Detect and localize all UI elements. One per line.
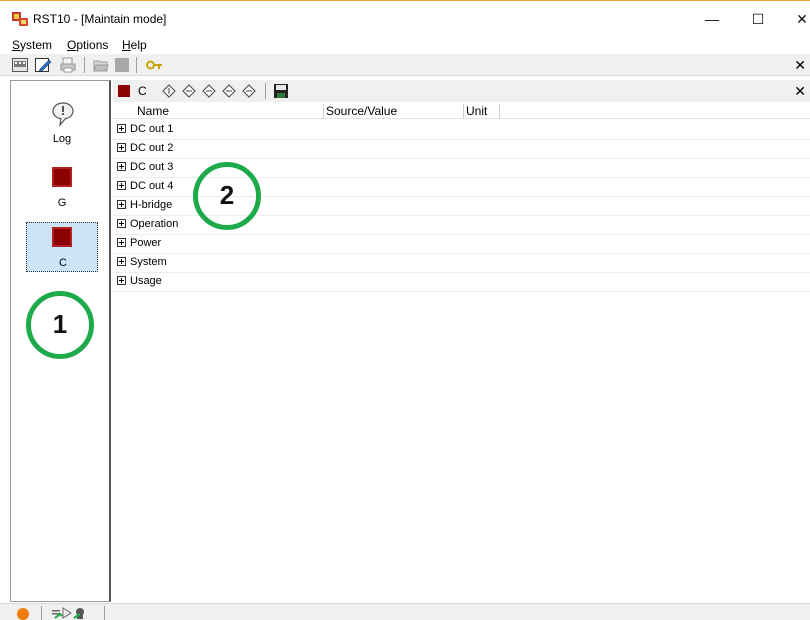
- title-bar: RST10 - [Maintain mode] — ☐ ✕: [0, 0, 810, 36]
- tree-row-label: H-bridge: [130, 199, 173, 211]
- annotation-marker-1: 1: [26, 291, 94, 359]
- sidebar-item-g[interactable]: G: [27, 163, 97, 213]
- expand-icon[interactable]: [117, 124, 126, 133]
- diamond-icon[interactable]: [222, 84, 236, 98]
- module-label: C: [138, 84, 147, 98]
- expand-icon[interactable]: [117, 143, 126, 152]
- connection-status-icon: [17, 608, 29, 620]
- expand-icon[interactable]: [117, 238, 126, 247]
- tree-header: Name Source/Value Unit: [113, 102, 810, 119]
- sidebar-item-label: C: [59, 257, 67, 269]
- diamond-icon[interactable]: [202, 84, 216, 98]
- module-toolbar: C ✕: [113, 80, 810, 102]
- expand-icon[interactable]: [117, 257, 126, 266]
- tree-row[interactable]: Usage: [113, 273, 810, 292]
- annotation-marker-2: 2: [193, 162, 261, 230]
- tree-row-label: DC out 2: [130, 142, 174, 154]
- red-square-icon: [52, 167, 72, 187]
- sidebar-item-log[interactable]: Log: [27, 99, 97, 149]
- minimize-button[interactable]: —: [700, 7, 724, 31]
- open-folder-icon[interactable]: [93, 57, 109, 73]
- module-color-icon: [118, 85, 130, 97]
- menu-system-accel: S: [12, 38, 21, 52]
- sidebar-item-label: G: [57, 197, 67, 209]
- status-separator: [104, 606, 105, 620]
- tree-row[interactable]: DC out 2: [113, 140, 810, 159]
- module-sidebar: Log G C 1: [10, 80, 111, 602]
- app-icon: [12, 12, 28, 26]
- tree-row-label: Usage: [130, 275, 162, 287]
- expand-icon[interactable]: [117, 276, 126, 285]
- tree-row[interactable]: DC out 1: [113, 121, 810, 140]
- toolbar-close-icon[interactable]: ✕: [794, 57, 806, 74]
- key-icon[interactable]: [146, 57, 162, 73]
- window-title: RST10 - [Maintain mode]: [33, 12, 167, 26]
- tree-row-label: DC out 4: [130, 180, 174, 192]
- diamond-up-icon[interactable]: [162, 84, 176, 98]
- expand-icon[interactable]: [117, 219, 126, 228]
- menu-bar: System Options Help: [0, 36, 810, 54]
- speech-bubble-icon: [52, 102, 74, 127]
- save-icon[interactable]: [273, 83, 289, 99]
- column-header-source-value[interactable]: Source/Value: [324, 104, 464, 119]
- tree-row[interactable]: System: [113, 254, 810, 273]
- tree-row-label: Operation: [130, 218, 179, 230]
- edit-icon[interactable]: [35, 57, 51, 73]
- expand-icon[interactable]: [117, 200, 126, 209]
- menu-options[interactable]: Options: [67, 38, 108, 52]
- menu-help-accel: H: [122, 38, 131, 52]
- tree-row-label: System: [130, 256, 167, 268]
- menu-help[interactable]: Help: [122, 38, 147, 52]
- tree-row-label: Power: [130, 237, 162, 249]
- tree-row-label: DC out 3: [130, 161, 174, 173]
- menu-system[interactable]: System: [12, 38, 52, 52]
- menu-system-rest: ystem: [20, 38, 53, 52]
- menu-options-accel: O: [67, 38, 77, 52]
- tree-row-label: DC out 1: [130, 123, 174, 135]
- status-separator: [41, 606, 42, 620]
- menu-options-rest: ptions: [76, 38, 109, 52]
- module-content: C ✕ Name Source/Value Unit DC out 1 DC o…: [113, 80, 810, 602]
- main-toolbar: ✕: [0, 54, 810, 76]
- expand-icon[interactable]: [117, 162, 126, 171]
- diamond-icon[interactable]: [242, 84, 256, 98]
- maximize-button[interactable]: ☐: [746, 7, 770, 31]
- sidebar-item-label: Log: [52, 133, 72, 145]
- sidebar-item-c[interactable]: C: [26, 222, 98, 272]
- close-button[interactable]: ✕: [790, 7, 810, 31]
- diamond-icon[interactable]: [182, 84, 196, 98]
- print-icon[interactable]: [60, 57, 76, 73]
- toolbar-separator: [265, 83, 266, 99]
- expand-icon[interactable]: [117, 181, 126, 190]
- toolbar-separator: [136, 57, 137, 73]
- network-activity-icon: [52, 607, 84, 619]
- column-header-name[interactable]: Name: [113, 104, 324, 119]
- tree-row[interactable]: Power: [113, 235, 810, 254]
- module-close-icon[interactable]: ✕: [794, 83, 806, 100]
- toolbar-separator: [84, 57, 85, 73]
- menu-help-rest: elp: [130, 38, 147, 52]
- status-bar: [0, 603, 810, 620]
- stop-icon[interactable]: [114, 57, 130, 73]
- bus-icon[interactable]: [12, 57, 28, 73]
- column-header-unit[interactable]: Unit: [464, 104, 500, 119]
- red-square-icon: [52, 227, 72, 247]
